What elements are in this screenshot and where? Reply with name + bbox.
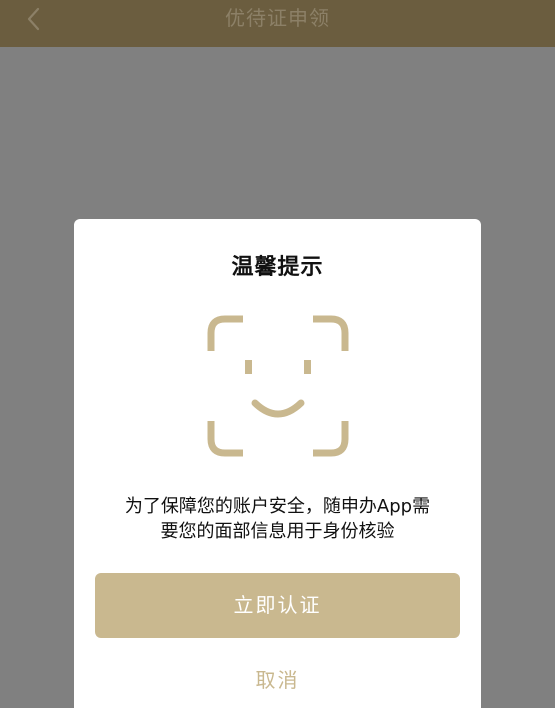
dialog-title: 温馨提示 — [231, 255, 324, 280]
dialog-message: 为了保障您的账户安全，随申办App需 要您的面部信息用于身份核验 — [94, 494, 461, 544]
verify-now-button[interactable]: 立即认证 — [95, 573, 460, 638]
auth-dialog: 温馨提示 为了保障您的账户安全，随申办App需 要您的面部信息用于身份核验 立即… — [74, 219, 481, 708]
message-line-2: 要您的面部信息用于身份核验 — [160, 521, 395, 542]
page-title: 优待证申领 — [225, 6, 330, 30]
navbar: 优待证申领 — [0, 0, 555, 47]
face-scan-icon — [207, 315, 349, 457]
cancel-button[interactable]: 取消 — [74, 662, 481, 698]
message-line-1: 为了保障您的账户安全，随申办App需 — [124, 496, 431, 517]
